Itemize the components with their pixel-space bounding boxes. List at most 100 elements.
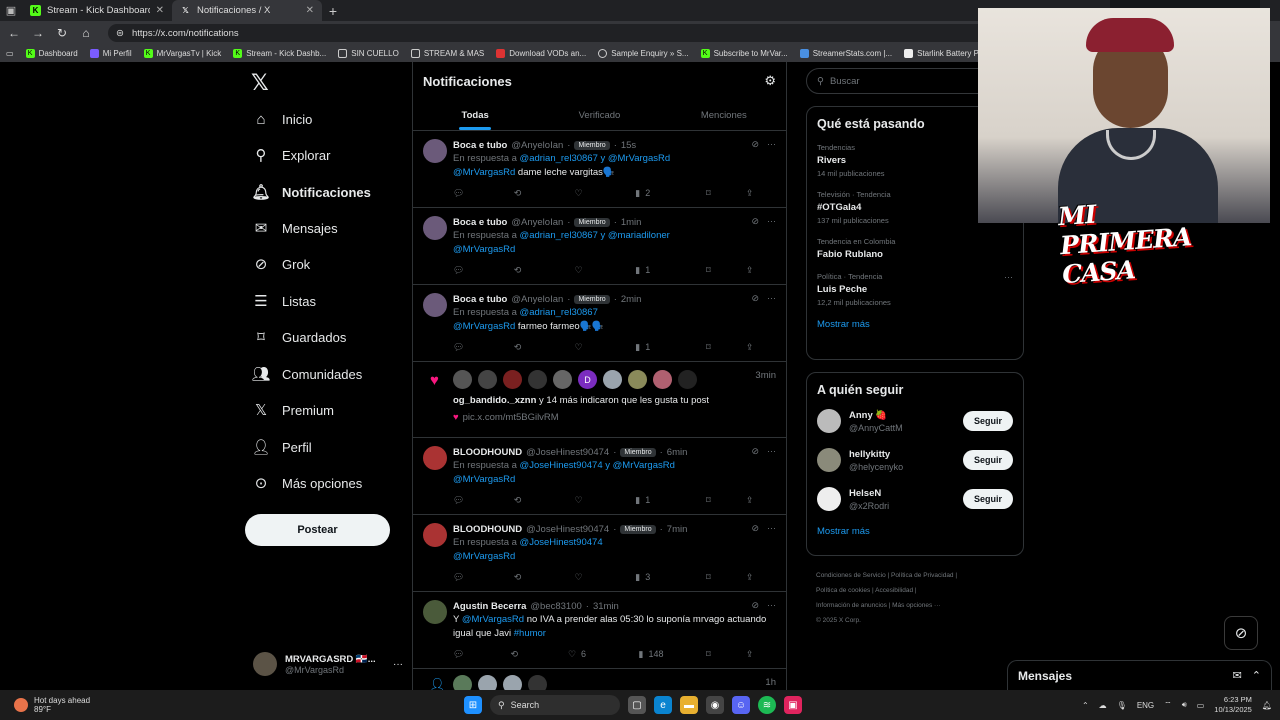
spotify-icon[interactable]: ≋ [758,696,776,714]
footer-link[interactable]: Política de cookies [816,587,870,594]
share-icon[interactable]: ⇪ [746,188,776,199]
language-indicator[interactable]: ENG [1137,701,1154,710]
more-icon[interactable]: ··· [767,600,776,611]
post-button[interactable]: Postear [245,514,390,546]
more-icon[interactable]: ··· [767,139,776,150]
likes-notification[interactable]: ♥ D og_bandido._xznn y 14 más indicaron … [413,362,786,438]
chevron-up-icon[interactable]: ⌃ [1082,701,1089,710]
reload-icon[interactable]: ↻ [52,26,72,40]
bookmark-item[interactable]: StreamerStats.com |... [799,49,892,58]
suggested-user[interactable]: hellykitty @helycenyko Seguir [817,448,1013,472]
bookmark-item[interactable]: K MrVargasTv | Kick [143,49,221,58]
app-icon[interactable]: ▣ [784,696,802,714]
reply-icon[interactable]: 💬︎ [453,572,483,583]
like-icon[interactable]: ♡ [575,265,605,276]
bookmark-icon[interactable]: ⌑ [706,188,736,199]
site-info-icon[interactable]: ⊜ [116,28,124,39]
reply-icon[interactable]: 💬︎ [453,342,483,353]
author-name[interactable]: Agustin Becerra [453,601,526,612]
bookmark-item[interactable]: K Stream - Kick Dashb... [233,49,326,58]
share-icon[interactable]: ⇪ [746,572,776,583]
avatar[interactable] [503,675,522,690]
author-name[interactable]: BLOODHOUND [453,524,522,535]
repost-icon[interactable]: ⟲ [514,572,544,583]
apps-icon[interactable]: ▭ [6,49,14,58]
author-name[interactable]: Boca e tubo [453,140,507,151]
avatar[interactable] [478,370,497,389]
notification-item[interactable]: Boca e tubo @AnyeloIan · Miembro · 15s ⊘ ··· E… [413,131,786,208]
sidebar-item-listas[interactable]: ☰ Listas [252,288,316,314]
tab-menciones[interactable]: Menciones [662,100,786,130]
avatar[interactable] [678,370,697,389]
bookmark-icon[interactable]: ⌑ [706,265,736,276]
bookmark-item[interactable]: Download VODs an... [496,49,586,58]
repost-icon[interactable]: ⟲ [510,649,540,660]
suggested-user[interactable]: HelseN @x2Rodri Seguir [817,487,1013,511]
like-icon[interactable]: ♡ [575,188,605,199]
tab-x-notifications[interactable]: 𝕏 Notificaciones / X ✕ [172,0,322,21]
more-icon[interactable]: ··· [393,659,403,670]
grok-icon[interactable]: ⊘ [751,523,759,534]
clock[interactable]: 6:23 PM 10/13/2025 [1214,695,1252,715]
weather-widget[interactable]: Hot days ahead 89°F [0,696,90,714]
footer-link[interactable]: Más opciones ··· [892,602,940,609]
bookmark-item[interactable]: K Dashboard [25,49,78,58]
reply-mentions[interactable]: @adrian_rel30867 y @mariadiloner [520,230,670,241]
avatar[interactable] [423,139,447,163]
taskbar-search[interactable]: ⚲ Search [490,695,620,715]
tab-verificado[interactable]: Verificado [537,100,661,130]
repost-icon[interactable]: ⟲ [514,265,544,276]
notification-item[interactable]: Boca e tubo @AnyeloIan · Miembro · 1min ⊘ ··· … [413,208,786,285]
edge-icon[interactable]: e [654,696,672,714]
bookmark-icon[interactable]: ⌑ [706,342,736,353]
footer-link[interactable]: Condiciones de Servicio [816,572,886,579]
reply-icon[interactable]: 💬︎ [453,265,483,276]
views-icon[interactable]: ▮ 1 [635,342,675,353]
show-more-link[interactable]: Mostrar más [817,319,1013,330]
bookmark-item[interactable]: SIN CUELLO [338,49,399,58]
home-icon[interactable]: ⌂ [76,26,96,40]
sidebar-item-inicio[interactable]: ⌂ Inicio [252,106,312,132]
sidebar-item-guardados[interactable]: ⌑ Guardados [252,324,346,350]
sidebar-item-mas-opciones[interactable]: ⊙ Más opciones [252,470,363,496]
folder-icon[interactable]: ▬ [680,696,698,714]
footer-link[interactable]: Información de anuncios [816,602,887,609]
mention-link[interactable]: @MrVargasRd [453,551,515,562]
more-icon[interactable]: ··· [767,216,776,227]
liked-post-preview[interactable]: ♥ pic.x.com/mt5BGilvRM [453,412,776,423]
repost-icon[interactable]: ⟲ [514,188,544,199]
like-icon[interactable]: ♡ [575,342,605,353]
share-icon[interactable]: ⇪ [746,265,776,276]
avatar[interactable] [503,370,522,389]
reply-icon[interactable]: 💬︎ [453,495,483,506]
sidebar-item-explorar[interactable]: ⚲ Explorar [252,142,331,168]
notification-item[interactable]: BLOODHOUND @JoseHinest90474 · Miembro · 7min … [413,515,786,592]
bookmark-icon[interactable]: ⌑ [706,649,736,660]
grok-icon[interactable]: ⊘ [751,216,759,227]
grok-icon[interactable]: ⊘ [751,600,759,611]
sidebar-item-perfil[interactable]: 👤︎ Perfil [251,434,311,460]
follow-button[interactable]: Seguir [963,411,1013,431]
sidebar-item-mensajes[interactable]: ✉ Mensajes [252,215,338,241]
trend-item[interactable]: Política · Tendencia Luis Peche 12,2 mil… [817,272,1013,307]
views-icon[interactable]: ▮ 3 [635,572,675,583]
tab-todas[interactable]: Todas [413,100,537,130]
mention-link[interactable]: @MrVargasRd [453,167,515,178]
notification-bell-icon[interactable]: 🔔︎ [1262,701,1272,710]
footer-link[interactable]: Política de Privacidad [891,572,954,579]
mention-link[interactable]: @MrVargasRd [453,321,515,332]
url-field[interactable]: ⊜ https://x.com/notifications [108,24,988,42]
new-tab-icon[interactable]: + [322,0,344,21]
notification-item[interactable]: BLOODHOUND @JoseHinest90474 · Miembro · 6min … [413,438,786,515]
reply-icon[interactable]: 💬︎ [453,649,483,660]
notification-item[interactable]: Agustin Becerra @bec83100 · 31min ⊘ ··· Y @M… [413,592,786,669]
sidebar-item-premium[interactable]: 𝕏 Premium [252,397,334,423]
views-icon[interactable]: ▮ 1 [635,265,675,276]
views-icon[interactable]: ▮ 1 [635,495,675,506]
avatar[interactable] [478,675,497,690]
gear-icon[interactable]: ⚙ [764,73,776,89]
chevron-up-icon[interactable]: ⌃ [1252,669,1261,682]
sidebar-item-comunidades[interactable]: 👥︎ Comunidades [251,361,362,387]
avatar[interactable] [528,675,547,690]
notification-item[interactable]: 👤︎ 1h [413,669,786,690]
